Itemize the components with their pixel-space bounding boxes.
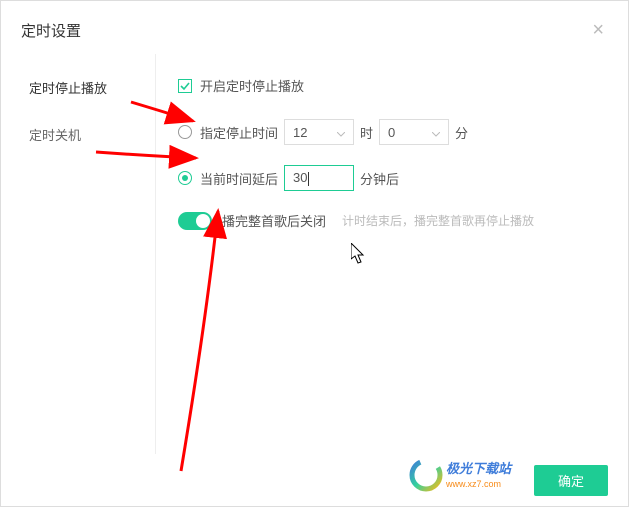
chevron-down-icon [432, 125, 440, 140]
delay-input[interactable]: 30 [284, 165, 354, 191]
minute-unit: 分 [455, 123, 468, 142]
confirm-button[interactable]: 确定 [534, 465, 608, 496]
finish-song-toggle[interactable] [178, 212, 212, 230]
minute-value: 0 [388, 125, 395, 140]
specify-time-label: 指定停止时间 [200, 123, 278, 142]
minute-select[interactable]: 0 [379, 119, 449, 145]
sidebar-item-timed-shutdown[interactable]: 定时关机 [1, 111, 155, 158]
chevron-down-icon [337, 125, 345, 140]
enable-label: 开启定时停止播放 [200, 76, 304, 95]
sidebar-item-timed-stop[interactable]: 定时停止播放 [1, 64, 155, 111]
hour-select[interactable]: 12 [284, 119, 354, 145]
sidebar: 定时停止播放 定时关机 [1, 54, 156, 454]
hour-value: 12 [293, 125, 307, 140]
hour-unit: 时 [360, 123, 373, 142]
delay-unit: 分钟后 [360, 169, 399, 188]
enable-checkbox[interactable] [178, 79, 192, 93]
delay-value: 30 [293, 170, 309, 186]
delay-label: 当前时间延后 [200, 169, 278, 188]
dialog-title: 定时设置 [21, 20, 81, 41]
close-icon[interactable]: × [588, 19, 608, 42]
finish-song-label: 播完整首歌后关闭 [222, 211, 326, 230]
radio-specify-time[interactable] [178, 125, 192, 139]
radio-delay-time[interactable] [178, 171, 192, 185]
finish-song-hint: 计时结束后，播完整首歌再停止播放 [342, 212, 534, 229]
